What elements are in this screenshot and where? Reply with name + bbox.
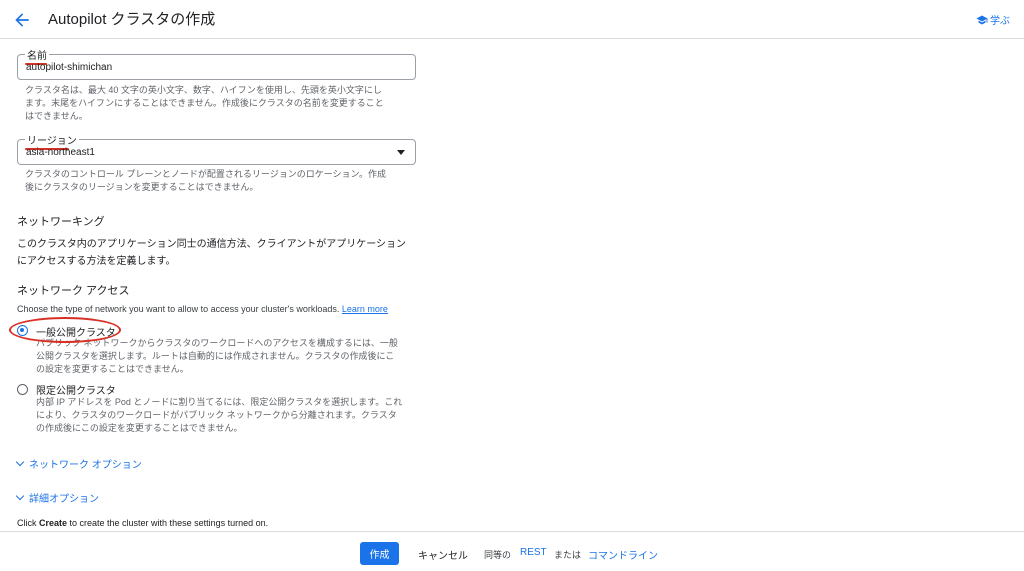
create-hint-text: Click Create to create the cluster with … <box>17 518 269 528</box>
radio-private-cluster[interactable] <box>17 384 28 395</box>
rest-link[interactable]: REST <box>520 547 547 558</box>
graduation-cap-icon <box>976 15 988 24</box>
learn-more-link[interactable]: Learn more <box>342 304 388 314</box>
chevron-down-icon <box>15 491 25 501</box>
name-field-label: 名前 <box>25 47 49 65</box>
name-field-value: autopilot-shimichan <box>26 62 113 73</box>
name-field[interactable]: 名前 autopilot-shimichan <box>17 47 416 80</box>
networking-description: このクラスタ内のアプリケーション同士の通信方法、クライアントがアプリケーション … <box>17 239 406 267</box>
region-select[interactable]: リージョン asia-northeast1 <box>17 132 416 165</box>
arrow-back-icon[interactable] <box>12 10 32 30</box>
page-header: Autopilot クラスタの作成 学ぶ <box>0 0 1024 39</box>
learn-button[interactable]: 学ぶ <box>976 12 1010 27</box>
advanced-options-expander[interactable]: 詳細オプション <box>15 490 99 505</box>
dropdown-arrow-icon <box>397 150 405 155</box>
region-helper-text: クラスタのコントロール プレーンとノードが配置されるリージョンのロケーション。作… <box>25 169 386 192</box>
network-options-expander[interactable]: ネットワーク オプション <box>15 456 142 471</box>
radio-public-cluster[interactable] <box>17 325 28 336</box>
form-content: 名前 autopilot-shimichan クラスタ名は、最大 40 文字の英… <box>0 39 1024 531</box>
public-cluster-description: パブリック ネットワークからクラスタのワークロードへのアクセスを構成するには、一… <box>36 338 398 374</box>
chevron-down-icon <box>15 457 25 467</box>
networking-heading: ネットワーキング <box>17 216 105 228</box>
private-cluster-description: 内部 IP アドレスを Pod とノードに割り当てるには、限定公開クラスタを選択… <box>36 397 403 433</box>
create-button[interactable]: 作成 <box>360 542 399 565</box>
action-bar: 作成 キャンセル 同等の REST または コマンドライン <box>0 531 1024 571</box>
name-helper-text: クラスタ名は、最大 40 文字の英小文字、数字、ハイフンを使用し、先頭を英小文字… <box>25 85 384 121</box>
network-access-heading: ネットワーク アクセス <box>17 285 130 297</box>
private-cluster-label[interactable]: 限定公開クラスタ <box>36 382 116 397</box>
equivalent-label: 同等の <box>484 550 512 560</box>
page-title: Autopilot クラスタの作成 <box>48 11 216 28</box>
network-access-description: Choose the type of network you want to a… <box>17 304 388 314</box>
command-line-link[interactable]: コマンドライン <box>588 547 658 562</box>
or-label: または <box>554 550 582 560</box>
region-field-label: リージョン <box>25 132 79 150</box>
region-field-value: asia-northeast1 <box>26 147 95 158</box>
learn-label: 学ぶ <box>990 16 1010 27</box>
cancel-button[interactable]: キャンセル <box>418 547 468 562</box>
